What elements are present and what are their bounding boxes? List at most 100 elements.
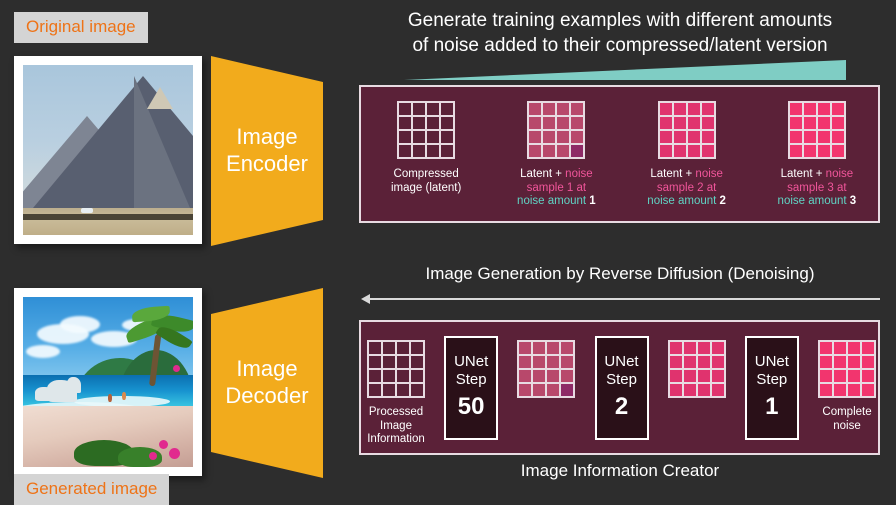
latent-cell (533, 342, 546, 354)
latent-cell (789, 117, 802, 129)
latent-cell (441, 131, 454, 143)
latent-cell (561, 356, 574, 368)
latent-cell (571, 117, 584, 129)
latent-cell (397, 342, 409, 354)
latent-cell (834, 384, 846, 396)
caption-line: Image (380, 419, 412, 432)
latent-cell (557, 103, 570, 115)
latent-grid-latent-partially-denoised (517, 340, 576, 398)
caption-line: Compressed (391, 168, 461, 182)
caption-segment: Latent + (780, 168, 826, 180)
latent-grid-latent-noisy (667, 340, 726, 398)
caption-segment: noise amount (517, 195, 590, 207)
latent-cell (669, 342, 682, 354)
training-headline-line1: Generate training examples with differen… (407, 10, 833, 31)
image-decoder-label-line1: Image (236, 356, 298, 382)
latent-cell (673, 131, 686, 143)
latent-cell (848, 342, 860, 354)
image-encoder-label-line1: Image (236, 124, 298, 150)
latent-cell (411, 384, 423, 396)
latent-cell (561, 342, 574, 354)
latent-cell (543, 145, 556, 157)
caption-segment: Latent + (650, 168, 696, 180)
latent-cell (519, 356, 532, 368)
latent-cell (701, 145, 714, 157)
latent-cell (543, 117, 556, 129)
latent-stage-complete-noise: Complete noise (804, 340, 890, 433)
latent-cell (369, 370, 381, 382)
latent-cell (697, 356, 710, 368)
original-image-photo (14, 56, 202, 244)
latent-cell (789, 145, 802, 157)
unet-step-50: UNet Step 50 (444, 335, 499, 440)
unet-step-number: 1 (765, 393, 779, 420)
latent-cell (711, 356, 724, 368)
caption-segment: 1 (589, 195, 596, 207)
latent-cell (519, 342, 532, 354)
latent-cell (669, 370, 682, 382)
caption-segment: noise amount (647, 195, 720, 207)
latent-cell (397, 384, 409, 396)
latent-cell (397, 356, 409, 368)
latent-cell (683, 384, 696, 396)
caption-line: Latent + noise (778, 168, 857, 182)
latent-cell (848, 356, 860, 368)
caption-segment: sample 3 at (787, 181, 847, 194)
latent-cell (711, 342, 724, 354)
latent-cell (711, 384, 724, 396)
latent-cell (427, 117, 440, 129)
caption-latent-noise-sample-1: Latent + noise sample 1 at noise amount 1 (517, 168, 596, 209)
caption-line: sample 3 at (778, 182, 857, 196)
latent-cell (529, 103, 542, 115)
latent-cell (543, 103, 556, 115)
latent-cell (683, 370, 696, 382)
latent-cell (862, 342, 874, 354)
latent-grid-compressed-latent (397, 101, 456, 159)
training-example-latent-noise-sample-1: Latent + noise sample 1 at noise amount 1 (491, 101, 621, 209)
latent-cell (673, 103, 686, 115)
unet-step-number: 50 (457, 393, 485, 420)
image-decoder-label-line2: Decoder (225, 383, 309, 408)
latent-cell (441, 145, 454, 157)
latent-cell (659, 117, 672, 129)
latent-cell (533, 356, 546, 368)
latent-cell (543, 131, 556, 143)
latent-cell (803, 131, 816, 143)
latent-stage-latent-partially-denoised (503, 340, 589, 398)
latent-cell (862, 384, 874, 396)
training-headline: Generate training examples with differen… (360, 8, 880, 58)
latent-cell (533, 384, 546, 396)
latent-cell (441, 103, 454, 115)
diagram-canvas: Original image Image Encoder Generate tr… (0, 0, 896, 505)
image-encoder-block: Image Encoder (211, 56, 323, 246)
pyramid-photo (23, 65, 193, 235)
caption-segment: noise (695, 168, 723, 180)
latent-cell (547, 356, 560, 368)
latent-cell (669, 356, 682, 368)
caption-segment: 2 (719, 195, 726, 207)
latent-cell (399, 131, 412, 143)
latent-cell (687, 145, 700, 157)
latent-cell (834, 342, 846, 354)
latent-cell (519, 384, 532, 396)
latent-grid-latent-noise-sample-1 (527, 101, 586, 159)
latent-cell (397, 370, 409, 382)
latent-cell (831, 131, 844, 143)
caption-line: noise amount 3 (778, 195, 857, 209)
latent-cell (411, 370, 423, 382)
latent-cell (820, 356, 832, 368)
latent-cell (571, 131, 584, 143)
latent-cell (687, 131, 700, 143)
latent-cell (383, 356, 395, 368)
latent-grid-latent-noise-sample-3 (787, 101, 846, 159)
latent-cell (561, 370, 574, 382)
latent-cell (399, 117, 412, 129)
latent-cell (669, 384, 682, 396)
latent-cell (659, 103, 672, 115)
caption-line: Complete (822, 406, 872, 418)
latent-cell (831, 117, 844, 129)
unet-label-line2: Step (455, 371, 487, 388)
caption-compressed-latent: Compressed image (latent) (391, 168, 461, 195)
latent-cell (817, 117, 830, 129)
image-decoder-block: Image Decoder (211, 288, 323, 478)
